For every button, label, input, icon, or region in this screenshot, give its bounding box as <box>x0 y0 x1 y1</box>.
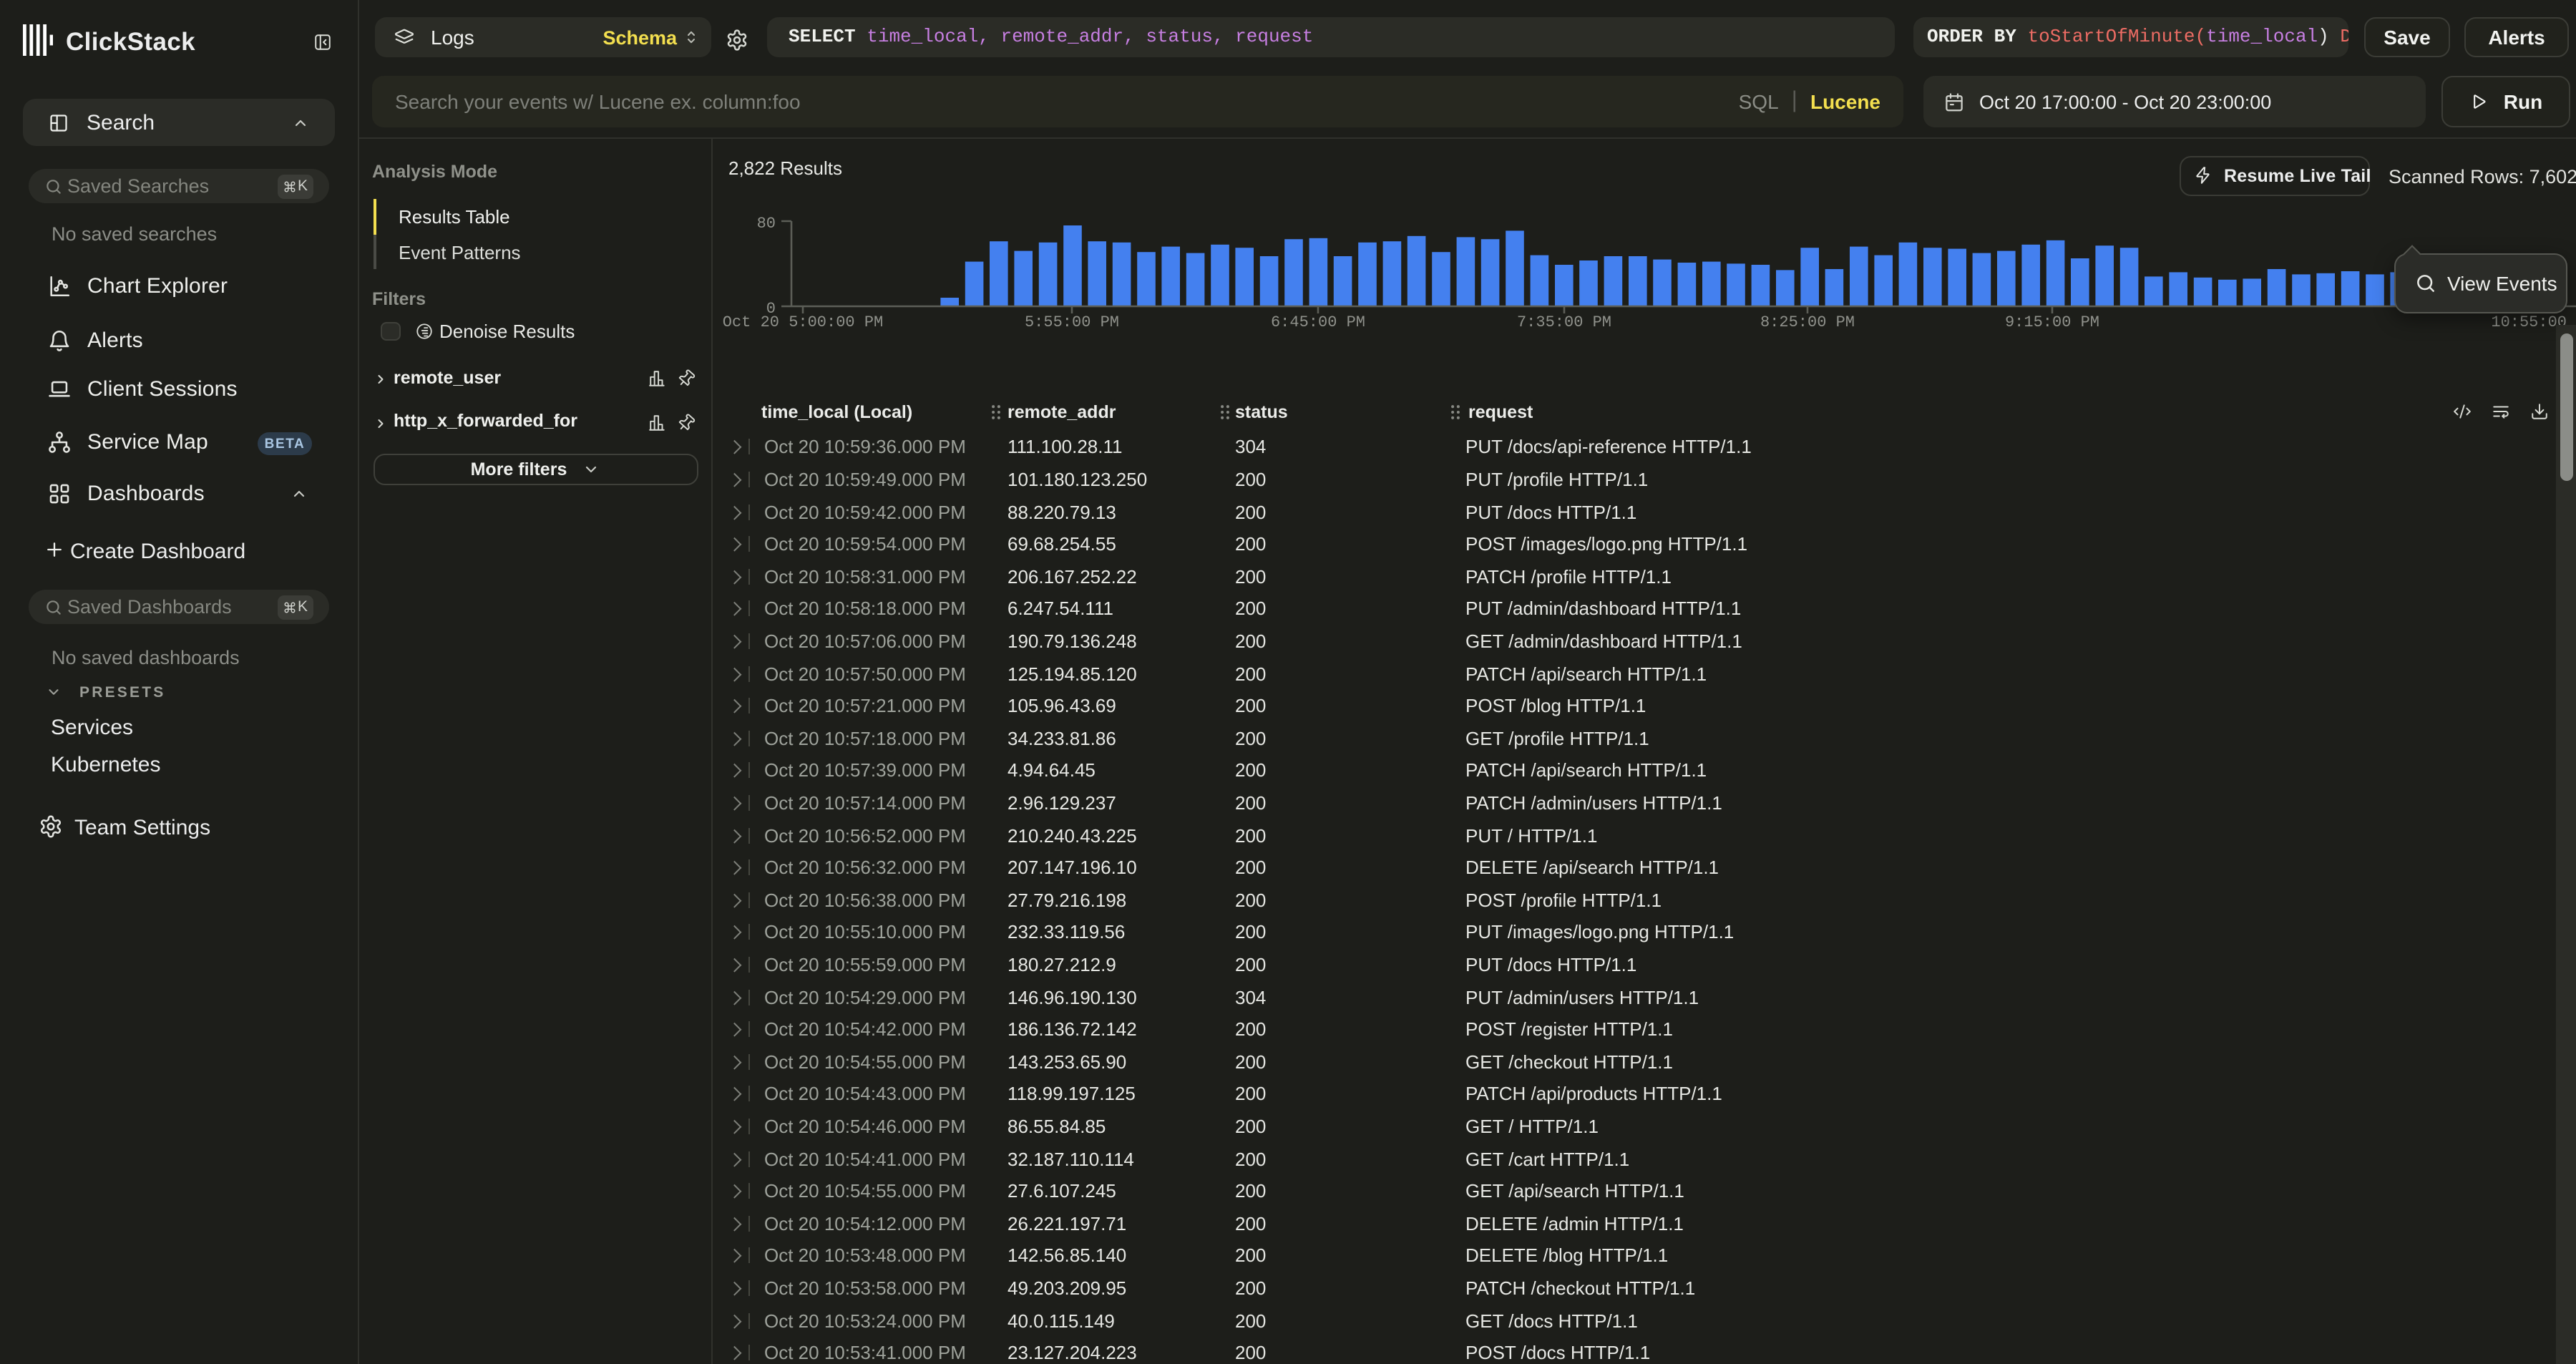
svg-text:80: 80 <box>757 215 776 233</box>
svg-text:9:15:00 PM: 9:15:00 PM <box>2005 313 2099 331</box>
svg-text:7:35:00 PM: 7:35:00 PM <box>1517 313 1611 331</box>
svg-text:8:25:00 PM: 8:25:00 PM <box>1760 313 1855 331</box>
svg-text:6:45:00 PM: 6:45:00 PM <box>1271 313 1365 331</box>
svg-text:Oct 20 5:00:00 PM: Oct 20 5:00:00 PM <box>723 313 883 331</box>
svg-text:5:55:00 PM: 5:55:00 PM <box>1025 313 1119 331</box>
